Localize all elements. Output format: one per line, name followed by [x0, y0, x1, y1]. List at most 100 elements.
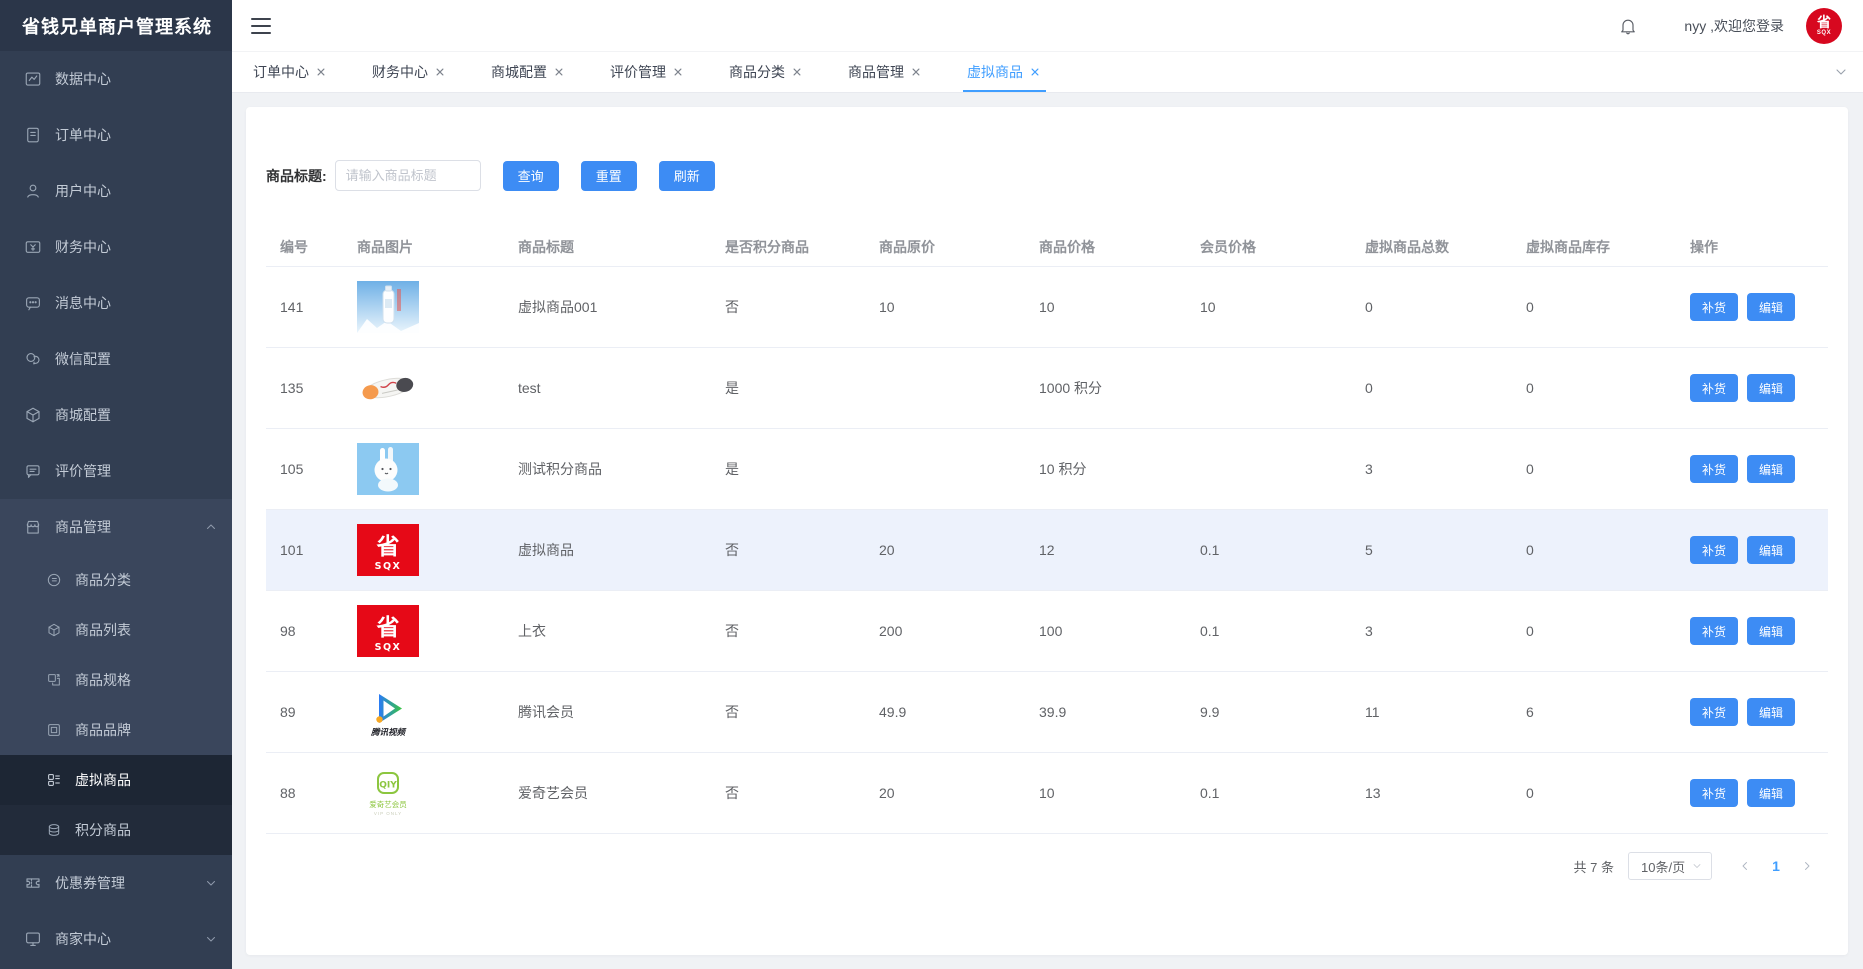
restock-button[interactable]: 补货 — [1690, 455, 1738, 483]
cell-title: 虚拟商品 — [504, 540, 711, 560]
tab-close-icon[interactable] — [554, 66, 566, 78]
restock-button[interactable]: 补货 — [1690, 536, 1738, 564]
sidebar-item-shop[interactable]: 商品管理 — [0, 499, 232, 555]
current-page-number[interactable]: 1 — [1760, 858, 1792, 874]
sidebar-item-chart[interactable]: 数据中心 — [0, 51, 232, 107]
notification-bell-icon[interactable] — [1618, 16, 1638, 36]
virtual-icon — [46, 772, 62, 788]
sidebar-item-points[interactable]: 积分商品 — [0, 805, 232, 855]
sidebar-item-document[interactable]: 订单中心 — [0, 107, 232, 163]
cell-is-points: 否 — [711, 702, 865, 722]
table-row: 98 省 SQX 上衣 否 200 100 0.1 3 0 补货 编辑 — [266, 591, 1828, 672]
cell-id: 89 — [266, 704, 343, 720]
restock-button[interactable]: 补货 — [1690, 293, 1738, 321]
edit-button[interactable]: 编辑 — [1747, 536, 1795, 564]
sidebar-item-coupon[interactable]: 优惠券管理 — [0, 855, 232, 911]
restock-button[interactable]: 补货 — [1690, 374, 1738, 402]
wechat-icon — [24, 350, 42, 368]
app-title: 省钱兄单商户管理系统 — [22, 13, 212, 39]
column-header: 操作 — [1676, 237, 1828, 257]
query-button[interactable]: 查询 — [503, 161, 559, 191]
cell-stock: 0 — [1512, 623, 1676, 639]
chevron-up-icon — [204, 520, 218, 534]
sidebar-item-comment[interactable]: 评价管理 — [0, 443, 232, 499]
edit-button[interactable]: 编辑 — [1747, 374, 1795, 402]
welcome-text: nyy ,欢迎您登录 — [1684, 16, 1784, 36]
cell-member-price: 0.1 — [1186, 623, 1351, 639]
tab[interactable]: 商城配置 — [491, 52, 566, 92]
edit-button[interactable]: 编辑 — [1747, 455, 1795, 483]
cell-member-price: 0.1 — [1186, 542, 1351, 558]
chevron-down-icon — [204, 932, 218, 946]
tab-close-icon[interactable] — [435, 66, 447, 78]
rabbit-product-image — [357, 443, 419, 495]
chevron-down-icon — [1691, 860, 1703, 872]
column-header: 商品原价 — [865, 237, 1025, 257]
shop-icon — [24, 518, 42, 536]
tab[interactable]: 评价管理 — [610, 52, 685, 92]
sidebar-item-virtual[interactable]: 虚拟商品 — [0, 755, 232, 805]
page-size-select[interactable]: 10条/页 — [1628, 852, 1712, 880]
sidebar-item-label: 订单中心 — [55, 125, 111, 145]
sidebar-item-mall[interactable]: 商城配置 — [0, 387, 232, 443]
sidebar-item-brand[interactable]: 商品品牌 — [0, 705, 232, 755]
restock-button[interactable]: 补货 — [1690, 779, 1738, 807]
tab[interactable]: 虚拟商品 — [967, 52, 1042, 92]
sneaker-product-image — [357, 362, 419, 414]
product-title-input[interactable] — [335, 160, 481, 191]
restock-button[interactable]: 补货 — [1690, 698, 1738, 726]
table-row: 105 测试积分商品 是 10 积分 3 0 补货 编辑 — [266, 429, 1828, 510]
column-header: 商品图片 — [343, 237, 504, 257]
iqiyi-product-image: QIY 爱奇艺会员 VIP ONLY — [357, 767, 419, 819]
sidebar-item-user[interactable]: 用户中心 — [0, 163, 232, 219]
tencent-product-image: 腾讯视频 — [357, 686, 419, 738]
cell-actions: 补货 编辑 — [1676, 293, 1828, 321]
tab-close-icon[interactable] — [316, 66, 328, 78]
cell-price: 1000 积分 — [1025, 378, 1186, 398]
table-row: 141 虚拟商品001 否 10 10 10 0 0 补货 编辑 — [266, 267, 1828, 348]
tab-close-icon[interactable] — [1030, 66, 1042, 78]
sidebar-item-category[interactable]: 商品分类 — [0, 555, 232, 605]
sidebar-item-wechat[interactable]: 微信配置 — [0, 331, 232, 387]
sidebar-item-cube[interactable]: 商品列表 — [0, 605, 232, 655]
cell-total: 11 — [1351, 704, 1512, 720]
message-icon — [24, 294, 42, 312]
tab-close-icon[interactable] — [911, 66, 923, 78]
edit-button[interactable]: 编辑 — [1747, 617, 1795, 645]
cell-is-points: 否 — [711, 783, 865, 803]
sidebar-item-label: 商品品牌 — [75, 720, 131, 740]
sidebar-item-label: 优惠券管理 — [55, 873, 125, 893]
column-header: 会员价格 — [1186, 237, 1351, 257]
reset-button[interactable]: 重置 — [581, 161, 637, 191]
tab[interactable]: 财务中心 — [372, 52, 447, 92]
document-icon — [24, 126, 42, 144]
edit-button[interactable]: 编辑 — [1747, 779, 1795, 807]
sidebar-item-label: 财务中心 — [55, 237, 111, 257]
sidebar-item-message[interactable]: 消息中心 — [0, 275, 232, 331]
edit-button[interactable]: 编辑 — [1747, 293, 1795, 321]
chevron-down-icon — [204, 876, 218, 890]
content-card: 商品标题: 查询 重置 刷新 编号商品图片商品标题是否积分商品商品原价商品价格会… — [246, 107, 1848, 955]
sqx-product-image: 省 SQX — [357, 524, 419, 576]
avatar[interactable]: 省 SQX — [1806, 8, 1842, 44]
cell-is-points: 是 — [711, 459, 865, 479]
cell-stock: 6 — [1512, 704, 1676, 720]
tab-close-icon[interactable] — [673, 66, 685, 78]
tab-close-icon[interactable] — [792, 66, 804, 78]
sidebar-item-finance[interactable]: 财务中心 — [0, 219, 232, 275]
refresh-button[interactable]: 刷新 — [659, 161, 715, 191]
sidebar-item-merchant[interactable]: 商家中心 — [0, 911, 232, 967]
next-page-button[interactable] — [1792, 852, 1822, 880]
tab-label: 商城配置 — [491, 62, 547, 82]
tab[interactable]: 商品管理 — [848, 52, 923, 92]
hamburger-menu-icon[interactable] — [251, 18, 271, 34]
restock-button[interactable]: 补货 — [1690, 617, 1738, 645]
edit-button[interactable]: 编辑 — [1747, 698, 1795, 726]
cell-price: 100 — [1025, 623, 1186, 639]
tab[interactable]: 订单中心 — [253, 52, 328, 92]
cell-title: 爱奇艺会员 — [504, 783, 711, 803]
sidebar-item-spec[interactable]: 商品规格 — [0, 655, 232, 705]
tab-list-chevron-down-icon[interactable] — [1833, 64, 1849, 80]
tab[interactable]: 商品分类 — [729, 52, 804, 92]
prev-page-button[interactable] — [1730, 852, 1760, 880]
